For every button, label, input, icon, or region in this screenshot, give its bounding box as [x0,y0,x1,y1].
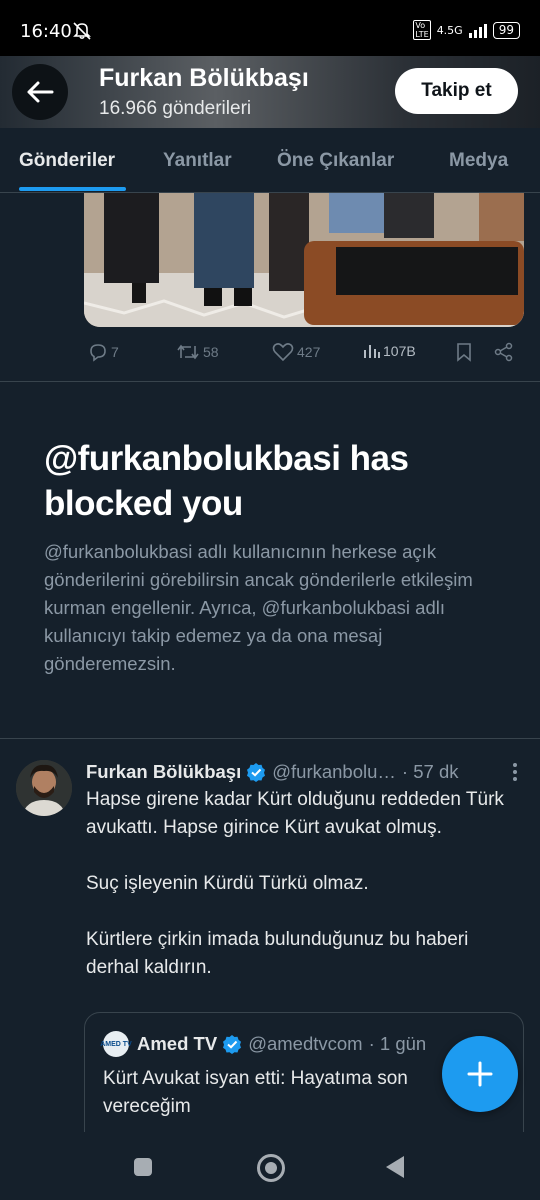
network-type: 4.5G [436,23,463,37]
tab-posts[interactable]: Gönderiler [19,150,115,172]
retweet-button[interactable]: 58 [176,342,219,362]
blocked-description: @furkanbolukbasi adlı kullanıcının herke… [44,541,473,674]
tab-replies[interactable]: Yanıtlar [163,150,232,172]
tweet-paragraph: Hapse girene kadar Kürt olduğunu reddede… [86,789,504,838]
tweet-photo[interactable] [84,193,524,327]
compose-button[interactable] [442,1036,518,1112]
profile-tabs: Gönderiler Yanıtlar Öne Çıkanlar Medya [0,128,540,193]
retweet-icon [177,344,199,360]
bookmark-button[interactable] [456,342,472,362]
arrow-left-icon [27,81,54,103]
profile-header: Furkan Bölükbaşı 16.966 gönderileri Taki… [0,56,540,128]
views-button[interactable]: 107B [362,342,416,360]
share-icon [494,342,513,362]
more-options-button[interactable] [512,762,518,787]
divider [0,381,540,382]
plus-icon [467,1061,493,1087]
views-icon [364,345,380,358]
reply-count: 7 [111,344,119,360]
follow-button[interactable]: Takip et [395,68,518,114]
tweet-paragraph: Suç işleyenin Kürdü Türkü olmaz. [86,873,369,894]
mute-icon [72,22,92,44]
like-count: 427 [297,344,321,360]
heart-icon [272,343,294,362]
divider [0,738,540,739]
quoted-avatar: AMED TV [100,1031,132,1057]
status-bar: 16:40 Vo LTE 4.5G 99 [0,0,540,56]
tab-highlights[interactable]: Öne Çıkanlar [277,150,394,172]
active-tab-indicator [19,187,126,191]
quoted-author: Amed TV [137,1033,218,1054]
like-button[interactable]: 427 [272,342,320,362]
avatar[interactable] [16,760,72,816]
share-button[interactable] [494,342,514,362]
recents-button[interactable] [134,1158,152,1176]
volte-icon: Vo LTE [413,20,431,40]
quoted-handle: @amedtvcom [248,1033,363,1054]
verified-badge-icon [222,1034,242,1054]
verified-badge-icon [246,762,266,782]
tweet-text: Hapse girene kadar Kürt olduğunu reddede… [86,786,526,982]
posts-count: 16.966 gönderileri [99,98,252,119]
home-button[interactable] [257,1154,285,1182]
battery-icon: 99 [492,21,520,39]
tweet-time[interactable]: · 57 dk [402,761,459,783]
blocked-title: @furkanbolukbasi has blocked you [44,439,409,523]
tweet-handle[interactable]: @furkanbolu… [272,761,396,783]
more-vertical-icon [513,763,517,781]
tab-media[interactable]: Medya [449,150,508,172]
reply-button[interactable]: 7 [88,342,119,362]
view-count: 107B [383,343,416,359]
quoted-tweet-header: AMED TV Amed TV @amedtvcom · 1 gün [100,1031,427,1057]
tweet-paragraph: Kürtlere çirkin imada bulunduğunuz bu ha… [86,929,469,978]
signal-icon [468,22,487,38]
clock: 16:40 [20,21,72,42]
tweet-header: Furkan Bölükbaşı @furkanbolu… · 57 dk [86,760,526,784]
bookmark-icon [457,343,471,362]
profile-name: Furkan Bölükbaşı [99,64,309,92]
tweet-author[interactable]: Furkan Bölükbaşı [86,761,241,783]
system-back-button[interactable] [386,1156,404,1178]
tweet-actions: 7 58 427 107B [84,340,524,366]
system-navigation-bar [0,1132,540,1200]
back-button[interactable] [12,64,68,120]
quoted-text: Kürt Avukat isyan etti: Hayatıma son ver… [103,1068,408,1117]
reply-icon [90,344,106,362]
quoted-time: · 1 gün [368,1033,427,1054]
retweet-count: 58 [203,344,219,360]
